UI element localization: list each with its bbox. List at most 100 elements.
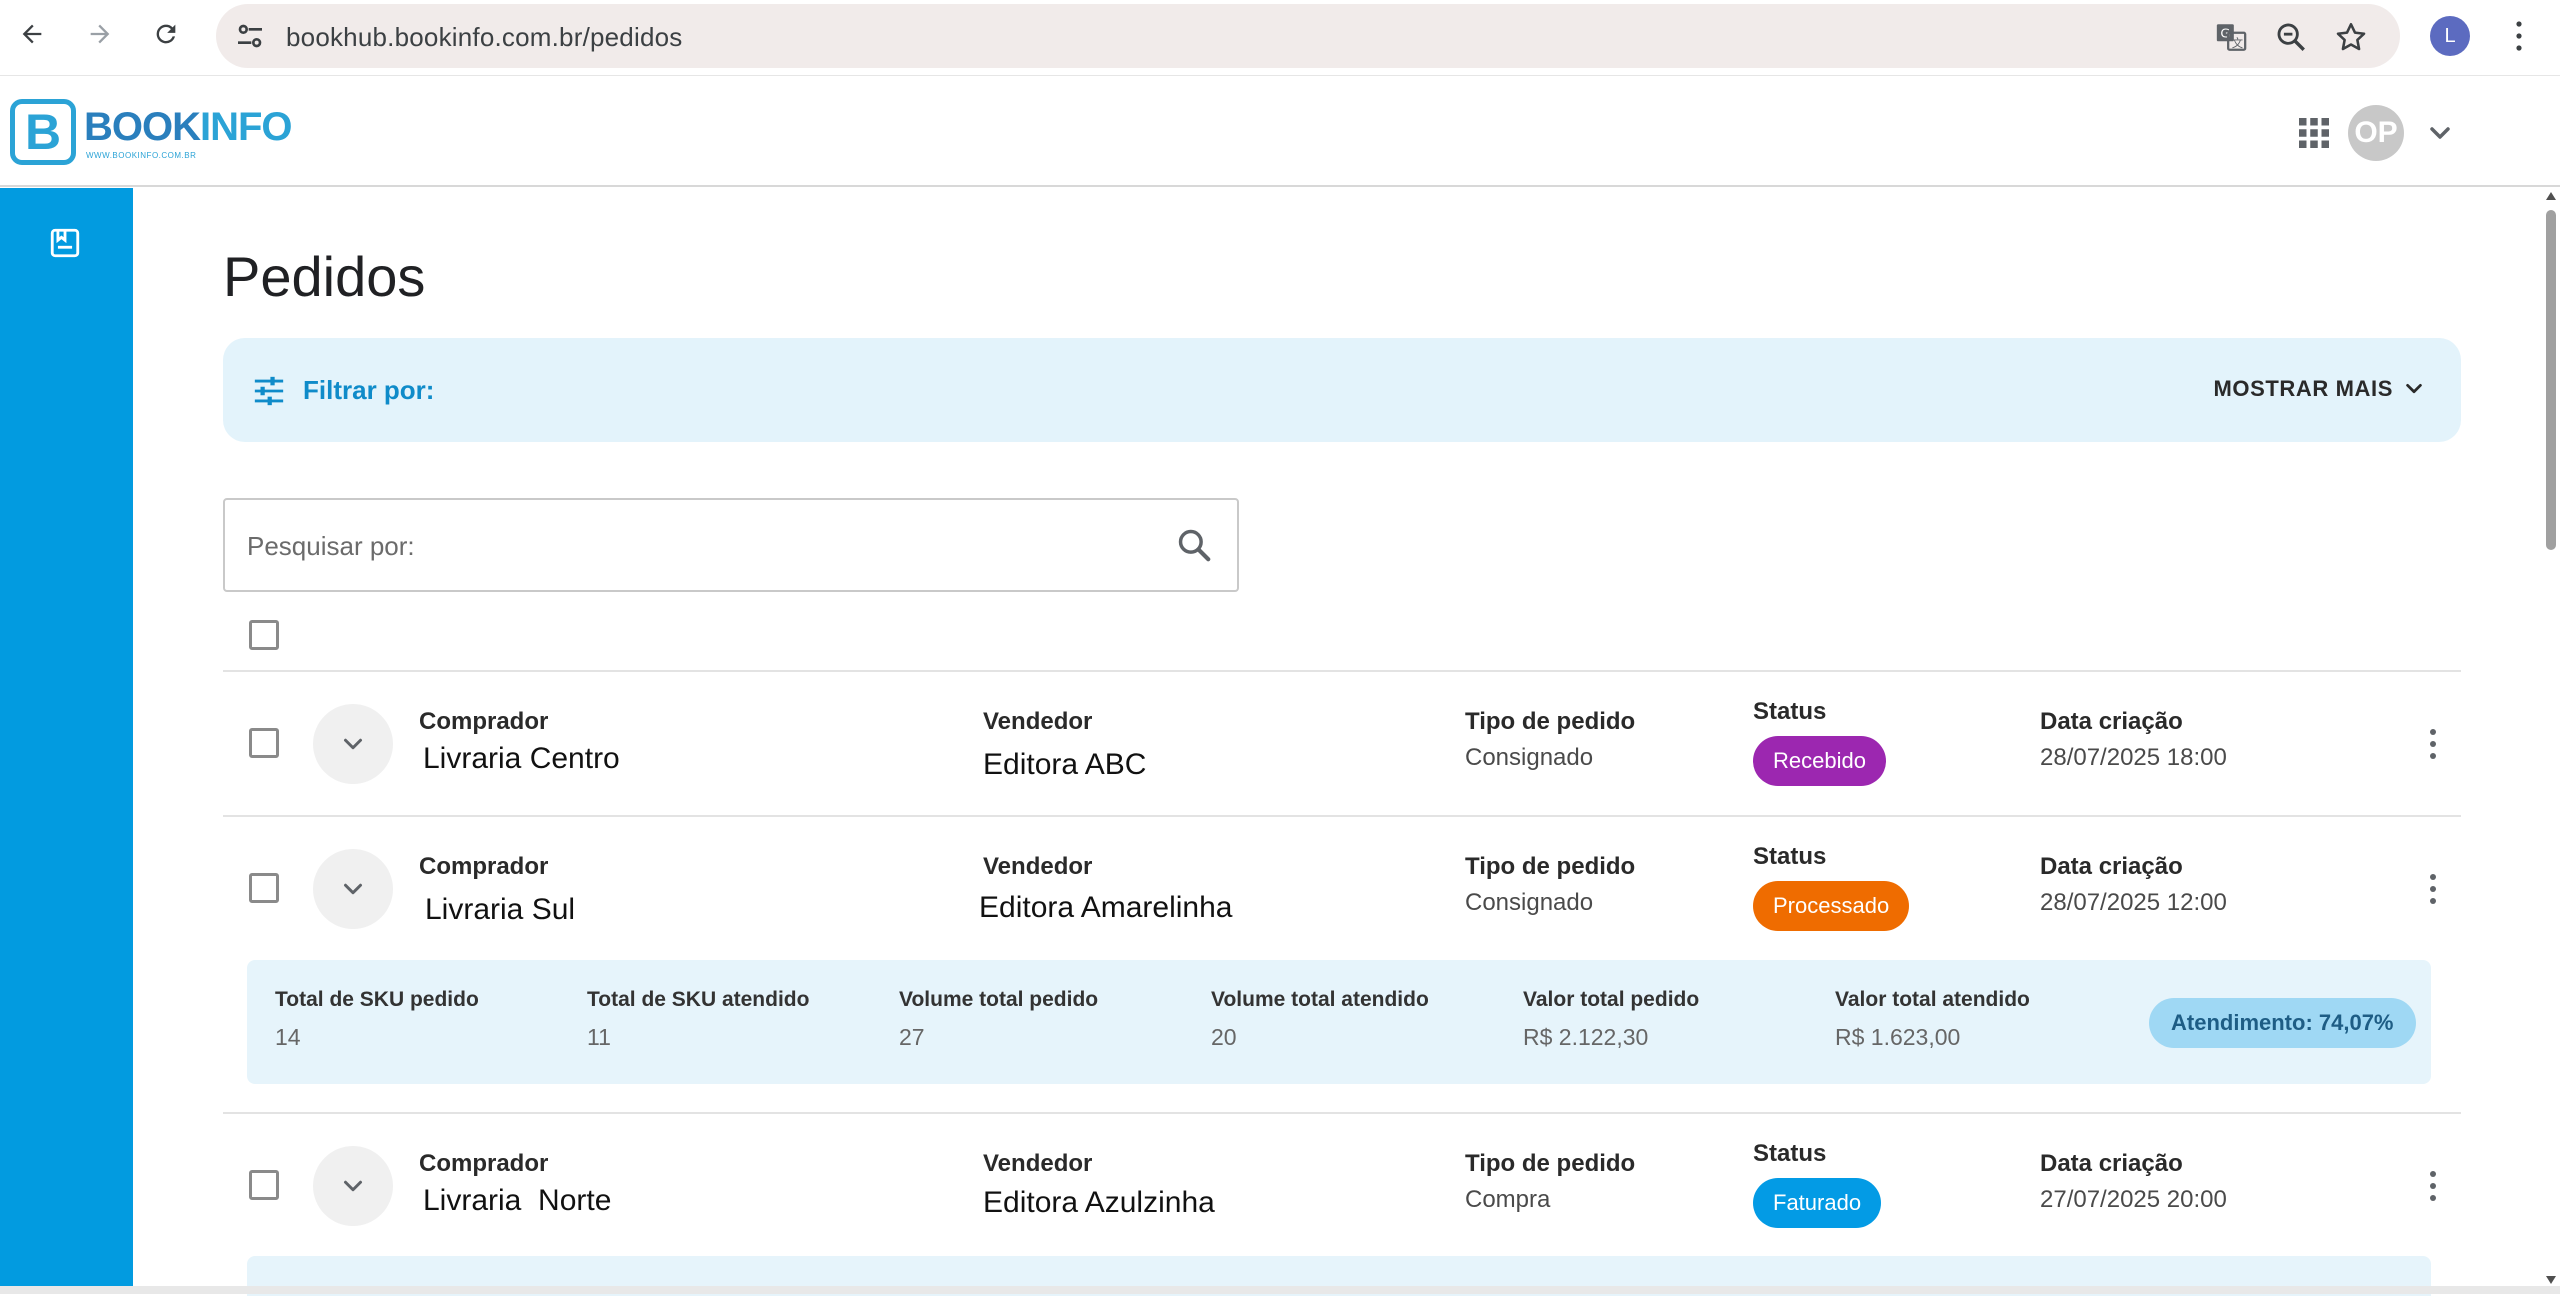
browser-toolbar: bookhub.bookinfo.com.br/pedidos G 文 L (0, 0, 2560, 76)
buyer-label: Comprador (419, 1150, 549, 1177)
user-avatar[interactable]: OP (2348, 105, 2404, 161)
value-fulfilled-value: R$ 1.623,00 (1835, 1024, 1961, 1050)
seller-value: Editora ABC (983, 748, 1147, 781)
tune-icon[interactable] (234, 20, 266, 52)
created-value: 27/07/2025 20:00 (2040, 1186, 2227, 1213)
sliders-icon (254, 376, 284, 406)
show-more-button[interactable]: MOSTRAR MAIS (2213, 376, 2425, 402)
volume-fulfilled-label: Volume total atendido (1211, 988, 1429, 1011)
order-row: Comprador Livraria Sul Vendedor Editora … (223, 817, 2461, 961)
value-fulfilled: Valor total atendido R$ 1.623,00 (1835, 988, 2030, 1051)
address-bar[interactable]: bookhub.bookinfo.com.br/pedidos G 文 (216, 4, 2400, 68)
chevron-down-icon (2406, 383, 2422, 394)
seller-column: Vendedor Editora Azulzinha (983, 1150, 1215, 1220)
more-options-icon[interactable] (2427, 1168, 2439, 1204)
order-type-value: Compra (1465, 1186, 1551, 1213)
seller-label: Vendedor (983, 708, 1093, 735)
scroll-up-arrow[interactable] (2546, 192, 2556, 200)
vertical-scrollbar[interactable] (2542, 188, 2560, 1294)
star-icon[interactable] (2334, 20, 2368, 54)
buyer-column: Comprador Livraria Sul (419, 853, 575, 927)
seller-label: Vendedor (983, 853, 1093, 880)
url-text[interactable]: bookhub.bookinfo.com.br/pedidos (286, 22, 682, 53)
order-checkbox[interactable] (249, 728, 279, 758)
filter-bar[interactable]: Filtrar por: MOSTRAR MAIS (223, 338, 2461, 442)
value-fulfilled-label: Valor total atendido (1835, 988, 2030, 1011)
arrow-right-icon (90, 24, 110, 44)
chevron-down-icon (344, 883, 362, 895)
chevron-down-icon[interactable] (2424, 117, 2456, 149)
browser-menu-icon[interactable] (2506, 16, 2532, 56)
created-column: Data criação 27/07/2025 20:00 (2040, 1150, 2227, 1214)
buyer-value: Livraria Centro (423, 742, 620, 775)
search-box[interactable] (223, 498, 1239, 592)
order-type-label: Tipo de pedido (1465, 708, 1636, 735)
volume-fulfilled-value: 20 (1211, 1024, 1237, 1050)
expand-button[interactable] (313, 1146, 393, 1226)
order-row: Comprador Livraria Centro Vendedor Edito… (223, 672, 2461, 816)
order-type-column: Tipo de pedido Consignado (1465, 708, 1635, 772)
status-column: Status Faturado (1753, 1140, 1882, 1228)
filter-label: Filtrar por: (303, 375, 435, 405)
back-button[interactable] (12, 14, 52, 54)
main-content: Pedidos Filtrar por: MOSTRAR MAIS Pesqui… (133, 188, 2533, 1296)
status-badge: Recebido (1753, 736, 1886, 786)
browser-profile-avatar[interactable]: L (2430, 16, 2470, 56)
apps-grid-icon[interactable] (2296, 115, 2332, 151)
logo-wordmark: BOOKINFO (84, 105, 293, 149)
value-ordered-label: Valor total pedido (1523, 988, 1700, 1011)
value-ordered-value: R$ 2.122,30 (1523, 1024, 1649, 1050)
translate-icon[interactable]: G 文 (2214, 20, 2248, 54)
order-type-value: Consignado (1465, 744, 1594, 771)
expand-button[interactable] (313, 704, 393, 784)
fulfillment-badge: Atendimento: 74,07% (2149, 998, 2416, 1048)
svg-text:文: 文 (2232, 36, 2243, 50)
created-label: Data criação (2040, 853, 2183, 880)
show-more-label: MOSTRAR MAIS (2213, 376, 2393, 401)
expand-button[interactable] (313, 849, 393, 929)
more-options-icon[interactable] (2427, 871, 2439, 907)
orders-icon (50, 228, 80, 258)
chevron-down-icon (344, 738, 362, 750)
zoom-out-icon[interactable] (2274, 20, 2308, 54)
status-column: Status Recebido (1753, 698, 1886, 786)
chevron-down-icon (344, 1180, 362, 1192)
forward-button[interactable] (80, 14, 120, 54)
status-label: Status (1753, 843, 1827, 870)
seller-value: Editora Azulzinha (983, 1186, 1215, 1219)
order-type-label: Tipo de pedido (1465, 853, 1636, 880)
volume-ordered-label: Volume total pedido (899, 988, 1099, 1011)
order-type-column: Tipo de pedido Consignado (1465, 853, 1635, 917)
status-label: Status (1753, 698, 1827, 725)
sku-fulfilled-label: Total de SKU atendido (587, 988, 810, 1011)
order-type-value: Consignado (1465, 889, 1594, 916)
created-value: 28/07/2025 12:00 (2040, 889, 2227, 916)
app-header: B BOOKINFO WWW.BOOKINFO.COM.BR OP (0, 77, 2560, 187)
volume-ordered-value: 27 (899, 1024, 925, 1050)
seller-column: Vendedor Editora ABC (983, 708, 1146, 782)
volume-ordered: Volume total pedido 27 (899, 988, 1098, 1051)
seller-label: Vendedor (983, 1150, 1093, 1177)
buyer-label: Comprador (419, 708, 549, 735)
buyer-value: Livraria Norte (423, 1184, 612, 1217)
order-checkbox[interactable] (249, 873, 279, 903)
scroll-down-arrow[interactable] (2546, 1276, 2556, 1284)
buyer-column: Comprador Livraria Centro (419, 708, 620, 776)
page-title: Pedidos (223, 245, 426, 308)
order-checkbox[interactable] (249, 1170, 279, 1200)
search-input[interactable] (247, 528, 1147, 564)
reload-button[interactable] (146, 14, 186, 54)
select-all-checkbox[interactable] (249, 620, 279, 650)
search-icon[interactable] (1175, 526, 1213, 564)
buyer-value: Livraria Sul (425, 893, 576, 926)
scroll-thumb[interactable] (2546, 210, 2556, 550)
bookinfo-logo[interactable]: B BOOKINFO WWW.BOOKINFO.COM.BR (10, 99, 293, 165)
sku-fulfilled-value: 11 (587, 1024, 611, 1050)
sidebar (0, 188, 133, 1294)
reload-icon (156, 24, 176, 44)
sidebar-item-orders[interactable] (44, 222, 86, 264)
created-label: Data criação (2040, 708, 2183, 735)
logo-tagline: WWW.BOOKINFO.COM.BR (86, 151, 197, 160)
horizontal-scrollbar[interactable] (0, 1286, 2560, 1294)
more-options-icon[interactable] (2427, 726, 2439, 762)
